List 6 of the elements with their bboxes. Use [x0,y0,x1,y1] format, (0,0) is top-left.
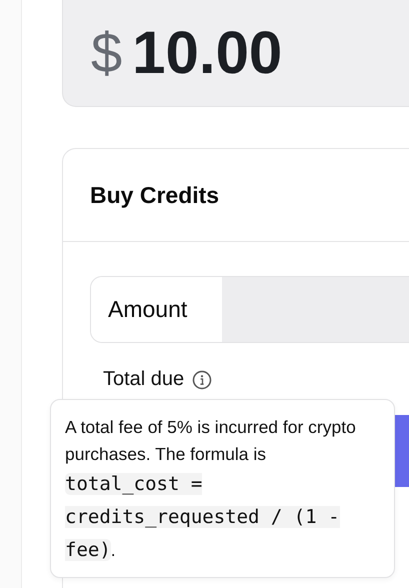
total-due-label: Total due [103,368,184,391]
balance-amount: 10.00 [132,23,282,83]
info-icon[interactable] [192,370,212,390]
card-title: Buy Credits [90,182,220,208]
amount-field[interactable]: Amount [90,276,409,343]
currency-symbol: $ [91,25,122,81]
